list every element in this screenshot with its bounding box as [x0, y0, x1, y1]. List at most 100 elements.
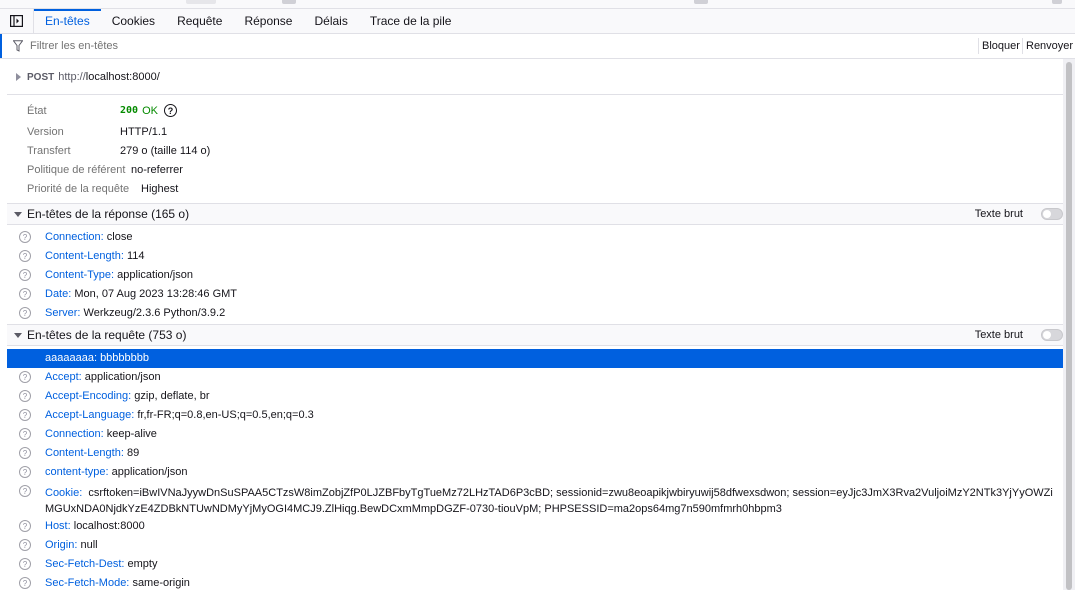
request-header-row[interactable]: ? Content-Length: 89	[7, 444, 1063, 463]
header-value: application/json	[111, 466, 188, 478]
block-button[interactable]: Bloquer	[978, 38, 1023, 54]
help-icon[interactable]: ?	[19, 577, 31, 589]
header-value: Mon, 07 Aug 2023 13:28:46 GMT	[74, 288, 238, 300]
resend-button[interactable]: Renvoyer	[1022, 38, 1075, 54]
header-name: Date: Mon, 07 Aug 2023 13:28:46 GMT	[45, 288, 237, 300]
header-filter-bar: Bloquer Renvoyer	[0, 34, 1075, 59]
help-icon[interactable]: ?	[19, 288, 31, 300]
header-value: gzip, deflate, br	[134, 390, 210, 402]
help-icon[interactable]: ?	[19, 520, 31, 532]
help-icon[interactable]: ?	[19, 558, 31, 570]
header-name: Host: localhost:8000	[45, 520, 145, 532]
tab-cookies[interactable]: Cookies	[101, 9, 166, 33]
request-header-row[interactable]: ? Accept-Encoding: gzip, deflate, br	[7, 387, 1063, 406]
response-header-row[interactable]: ? Connection: close	[7, 228, 1063, 247]
header-name-text: Sec-Fetch-Mode:	[45, 577, 130, 589]
raw-text-toggle[interactable]	[1041, 208, 1063, 220]
header-value: bbbbbbbb	[100, 352, 150, 364]
tab-request[interactable]: Requête	[166, 9, 233, 33]
header-name-text: Sec-Fetch-Dest:	[45, 558, 125, 570]
request-header-row[interactable]: ? Accept: application/json	[7, 368, 1063, 387]
priority-value: Highest	[141, 182, 179, 195]
request-header-row[interactable]: ? content-type: application/json	[7, 463, 1063, 482]
help-icon[interactable]: ?	[19, 307, 31, 319]
request-header-row-selected[interactable]: aaaaaaaa: bbbbbbbb	[7, 349, 1063, 368]
header-name: Content-Type: application/json	[45, 269, 193, 281]
header-value: close	[106, 231, 133, 243]
help-icon[interactable]: ?	[19, 485, 31, 497]
response-headers-header[interactable]: En-têtes de la réponse (165 o) Texte bru…	[7, 203, 1063, 225]
header-name-text: Origin:	[45, 539, 78, 551]
request-header-row[interactable]: ? Host: localhost:8000	[7, 517, 1063, 536]
help-icon[interactable]: ?	[19, 231, 31, 243]
response-header-row[interactable]: ? Server: Werkzeug/2.3.6 Python/3.9.2	[7, 304, 1063, 323]
tab-headers[interactable]: En-têtes	[34, 9, 101, 33]
divider	[7, 94, 1063, 95]
help-icon[interactable]: ?	[19, 466, 31, 478]
request-method: POST	[27, 71, 55, 83]
filter-headers-input[interactable]	[30, 40, 930, 52]
header-name: Accept-Language: fr,fr-FR;q=0.8,en-US;q=…	[45, 409, 314, 421]
help-icon[interactable]: ?	[19, 428, 31, 440]
tab-stack-trace[interactable]: Trace de la pile	[359, 9, 463, 33]
request-url: http://localhost:8000/	[58, 71, 160, 83]
raw-text-toggle[interactable]	[1041, 329, 1063, 341]
expand-triangle-icon[interactable]	[16, 73, 21, 81]
header-name-text: Connection:	[45, 231, 104, 243]
referrer-value: no-referrer	[131, 163, 183, 176]
header-name-text: Server:	[45, 307, 81, 319]
help-icon[interactable]: ?	[19, 269, 31, 281]
priority-label: Priorité de la requête	[27, 182, 130, 195]
help-icon[interactable]: ?	[19, 539, 31, 551]
request-header-row[interactable]: ? Accept-Language: fr,fr-FR;q=0.8,en-US;…	[7, 406, 1063, 425]
header-name: Content-Length: 114	[45, 250, 145, 262]
request-header-row-cookie[interactable]: ? Cookie: csrftoken=iBwIVNaJyywDnSuSPAA5…	[7, 482, 1063, 517]
help-icon[interactable]: ?	[19, 447, 31, 459]
triangle-down-icon[interactable]	[14, 332, 22, 338]
help-icon[interactable]: ?	[163, 104, 177, 117]
help-icon[interactable]: ?	[19, 371, 31, 383]
scrollbar-thumb[interactable]	[1066, 62, 1072, 590]
headers-panel: POST http://localhost:8000/ État 200 OK …	[7, 59, 1063, 590]
header-name-text: Date:	[45, 288, 72, 300]
header-name-text: Content-Length:	[45, 250, 124, 262]
header-value: same-origin	[132, 577, 190, 589]
response-header-row[interactable]: ? Content-Type: application/json	[7, 266, 1063, 285]
help-icon[interactable]: ?	[19, 250, 31, 262]
header-name: Cookie: csrftoken=iBwIVNaJyywDnSuSPAA5CT…	[45, 485, 1055, 517]
summary-referrer-policy: Politique de référent no-referrer	[27, 160, 183, 179]
header-name: Connection: close	[45, 231, 132, 243]
transfer-label: Transfert	[27, 144, 71, 157]
header-name-text: Connection:	[45, 428, 104, 440]
version-value: HTTP/1.1	[120, 125, 168, 138]
header-value: 89	[126, 447, 140, 459]
response-headers-title: En-têtes de la réponse (165 o)	[27, 207, 190, 221]
request-headers-header[interactable]: En-têtes de la requête (753 o) Texte bru…	[7, 324, 1063, 346]
tab-timings[interactable]: Délais	[303, 9, 358, 33]
header-name-text: Cookie:	[45, 487, 83, 499]
dock-side-icon[interactable]	[0, 9, 34, 33]
request-header-row[interactable]: ? Sec-Fetch-Dest: empty	[7, 555, 1063, 574]
status-label: État	[27, 104, 47, 117]
response-header-row[interactable]: ? Content-Length: 114	[7, 247, 1063, 266]
request-headers-title: En-têtes de la requête (753 o)	[27, 328, 187, 342]
tab-response[interactable]: Réponse	[233, 9, 303, 33]
request-header-row[interactable]: ? Origin: null	[7, 536, 1063, 555]
help-icon[interactable]: ?	[19, 409, 31, 421]
filter-accent	[0, 34, 2, 58]
header-name: Accept: application/json	[45, 371, 161, 383]
triangle-down-icon[interactable]	[14, 211, 22, 217]
help-icon[interactable]: ?	[19, 390, 31, 402]
header-value: localhost:8000	[73, 520, 145, 532]
header-name: Sec-Fetch-Mode: same-origin	[45, 577, 190, 589]
header-value: empty	[127, 558, 158, 570]
url-host: localhost:8000/	[85, 71, 160, 83]
request-url-row[interactable]: POST http://localhost:8000/	[7, 67, 160, 87]
header-value: application/json	[84, 371, 161, 383]
response-header-row[interactable]: ? Date: Mon, 07 Aug 2023 13:28:46 GMT	[7, 285, 1063, 304]
header-name-text: Accept-Encoding:	[45, 390, 132, 402]
request-header-row[interactable]: ? Connection: keep-alive	[7, 425, 1063, 444]
request-header-row[interactable]: ? Sec-Fetch-Mode: same-origin	[7, 574, 1063, 590]
summary-version: Version HTTP/1.1	[27, 122, 167, 141]
header-name: aaaaaaaa: bbbbbbbb	[45, 352, 149, 364]
